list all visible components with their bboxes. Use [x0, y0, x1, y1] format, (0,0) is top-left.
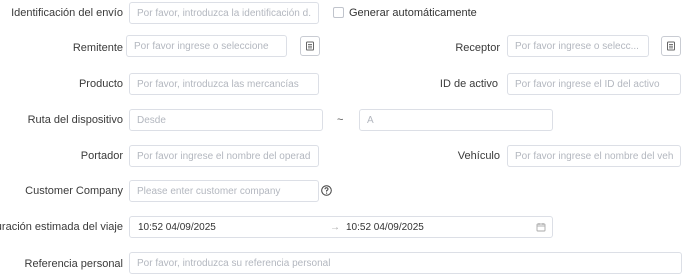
route-separator: ~: [337, 114, 344, 126]
list-icon: [667, 41, 675, 51]
sender-picker-button[interactable]: [300, 36, 320, 56]
personal-reference-label: Referencia personal: [24, 258, 123, 270]
auto-generate-checkbox[interactable]: [333, 7, 344, 18]
carrier-input[interactable]: [129, 145, 319, 167]
customer-company-input[interactable]: [129, 180, 319, 202]
sender-label: Remitente: [72, 42, 123, 54]
route-from-input[interactable]: [129, 109, 323, 131]
customer-company-label: Customer Company: [25, 185, 123, 197]
range-arrow: →: [330, 222, 340, 233]
asset-id-input[interactable]: [507, 73, 681, 95]
list-icon: [306, 41, 314, 51]
carrier-label: Portador: [80, 150, 123, 162]
product-label: Producto: [78, 78, 123, 90]
calendar-icon: [536, 223, 546, 232]
receiver-input[interactable]: [507, 35, 649, 57]
vehicle-label: Vehículo: [457, 150, 500, 162]
receiver-label: Receptor: [455, 42, 500, 54]
trip-end-value[interactable]: 10:52 04/09/2025: [346, 221, 424, 234]
auto-generate-label: Generar automáticamente: [349, 7, 477, 19]
vehicle-input[interactable]: [507, 145, 681, 167]
route-to-input[interactable]: [359, 109, 553, 131]
shipment-id-input[interactable]: [129, 2, 319, 24]
device-route-label: Ruta del dispositivo: [27, 114, 123, 126]
product-input[interactable]: [129, 73, 319, 95]
trip-duration-label: Duración estimada del viaje: [0, 221, 123, 233]
question-circle-icon[interactable]: [321, 185, 332, 196]
receiver-picker-button[interactable]: [661, 36, 681, 56]
personal-reference-input[interactable]: [129, 252, 682, 274]
shipment-id-label: Identificación del envío: [11, 7, 123, 19]
trip-start-value[interactable]: 10:52 04/09/2025: [138, 221, 216, 234]
sender-input[interactable]: [126, 35, 287, 57]
asset-id-label: ID de activo: [439, 78, 498, 90]
trip-duration-range[interactable]: 10:52 04/09/2025 → 10:52 04/09/2025: [129, 216, 553, 238]
